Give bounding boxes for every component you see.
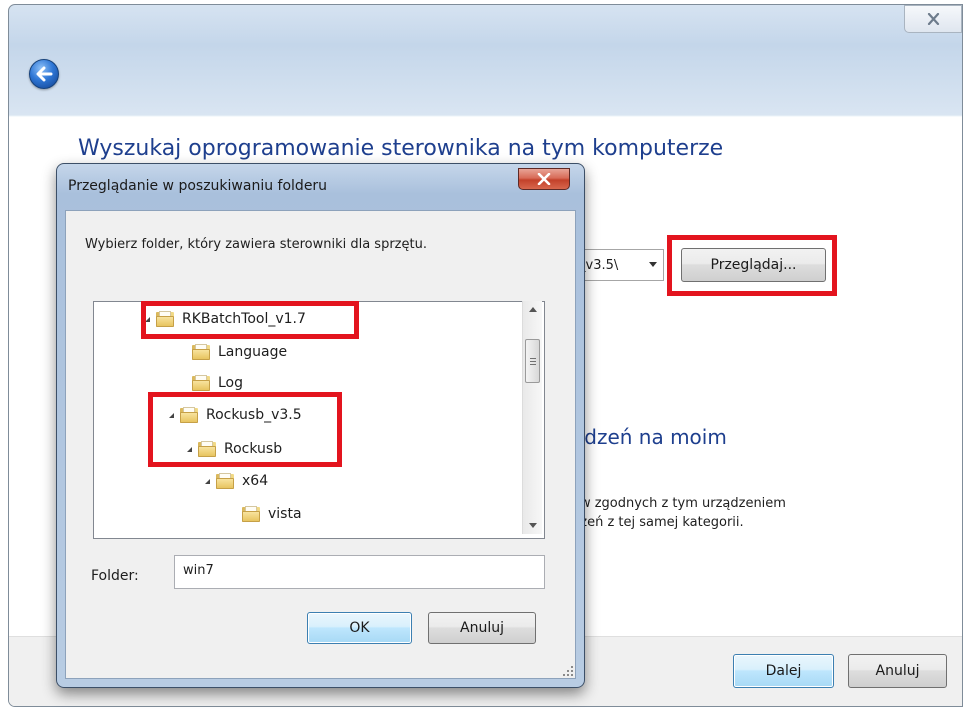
driver-path-combobox[interactable]: _v3.5\ [572,249,664,281]
folder-label: Folder: [91,568,139,584]
tree-item-label: x64 [242,473,269,489]
tree-item-vista[interactable]: vista [231,500,302,528]
section-heading: ądzeń na moim [572,425,727,449]
tree-item-label: Language [218,344,288,360]
tree-item-label: Log [218,375,244,391]
wizard-cancel-button[interactable]: Anuluj [848,654,947,688]
tree-item-language[interactable]: Language [181,338,287,366]
dialog-cancel-button[interactable]: Anuluj [428,612,536,644]
wizard-close-button[interactable] [904,5,962,33]
folder-icon [192,344,210,360]
highlight-rockusb [148,392,342,467]
page-title: Wyszukaj oprogramowanie sterownika na ty… [78,136,724,161]
resize-grip-icon[interactable] [562,665,574,677]
folder-input[interactable]: win7 [174,555,545,589]
dialog-description: Wybierz folder, który zawiera sterowniki… [85,237,427,252]
tree-item-label: vista [268,506,302,522]
expand-triangle-icon[interactable] [205,478,210,484]
ok-button[interactable]: OK [307,612,412,644]
section-description-line-2: dzeń z tej samej kategorii. [572,515,744,530]
scroll-thumb[interactable] [525,339,540,383]
back-arrow-icon [36,66,53,82]
close-icon [927,13,939,25]
section-description: ów zgodnych z tym urządzeniem dzeń z tej… [572,494,786,532]
folder-icon [242,506,260,522]
next-button[interactable]: Dalej [733,654,834,688]
dialog-close-button[interactable] [518,168,570,190]
highlight-rkbatchtool [141,301,359,339]
tree-item-x64[interactable]: x64 [205,467,268,495]
scroll-down-icon[interactable] [523,517,542,534]
close-icon [537,173,551,185]
folder-icon [192,375,210,391]
back-button[interactable] [29,59,59,89]
section-description-line-1: ów zgodnych z tym urządzeniem [572,496,786,511]
dropdown-arrow-icon[interactable] [649,262,657,267]
folder-icon [216,473,234,489]
dialog-title: Przeglądanie w poszukiwaniu folderu [68,178,328,194]
scroll-up-icon[interactable] [523,301,542,318]
tree-scrollbar[interactable] [522,301,542,534]
highlight-browse-button [667,235,837,296]
